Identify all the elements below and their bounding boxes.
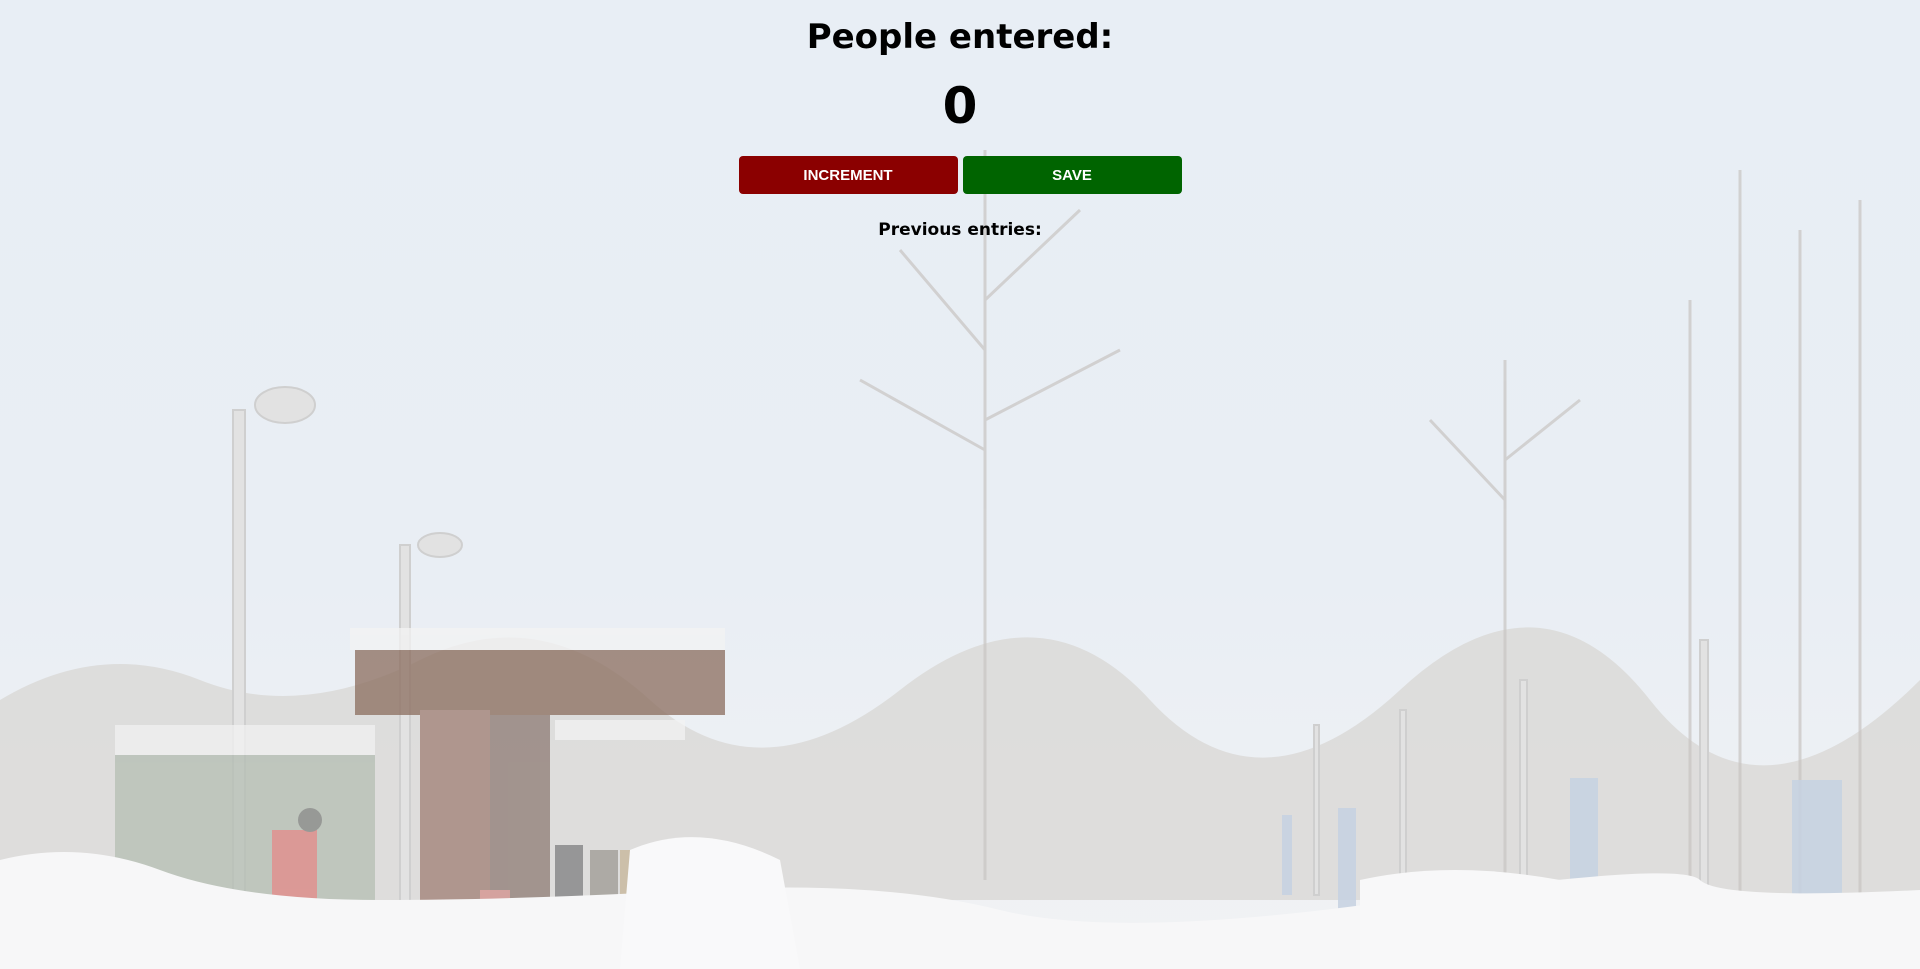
- save-button[interactable]: SAVE: [962, 156, 1182, 194]
- page-content: People entered: 0 INCREMENT SAVE Previou…: [0, 0, 1920, 240]
- increment-button[interactable]: INCREMENT: [738, 156, 958, 194]
- action-buttons: INCREMENT SAVE: [0, 156, 1920, 194]
- people-count: 0: [942, 77, 978, 135]
- page-title: People entered:: [806, 17, 1114, 57]
- previous-entries-label: Previous entries:: [878, 220, 1042, 240]
